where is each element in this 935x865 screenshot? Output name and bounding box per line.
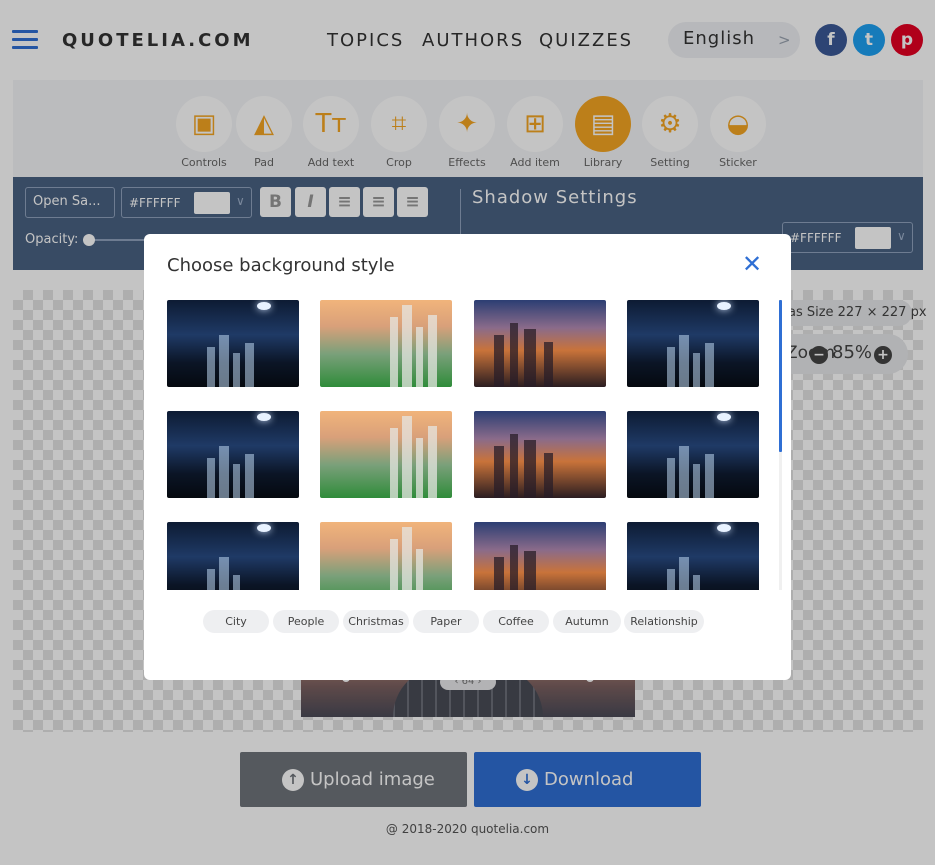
- background-thumbnail[interactable]: [474, 300, 606, 387]
- background-thumbnail-grid: [167, 300, 767, 590]
- background-thumbnail[interactable]: [167, 411, 299, 498]
- background-thumbnail[interactable]: [627, 522, 759, 590]
- background-thumbnail[interactable]: [627, 411, 759, 498]
- category-chip-city[interactable]: City: [203, 610, 269, 633]
- category-chip-people[interactable]: People: [273, 610, 339, 633]
- close-icon[interactable]: ✕: [742, 250, 762, 278]
- category-chip-christmas[interactable]: Christmas: [343, 610, 409, 633]
- category-chip-paper[interactable]: Paper: [413, 610, 479, 633]
- category-chip-relationship[interactable]: Relationship: [624, 610, 704, 633]
- background-thumbnail[interactable]: [320, 522, 452, 590]
- category-chip-autumn[interactable]: Autumn: [553, 610, 621, 633]
- background-thumbnail[interactable]: [320, 300, 452, 387]
- background-thumbnail[interactable]: [320, 411, 452, 498]
- background-thumbnail[interactable]: [167, 522, 299, 590]
- modal-title: Choose background style: [167, 255, 395, 276]
- category-chip-coffee[interactable]: Coffee: [483, 610, 549, 633]
- thumbnail-scrollbar-thumb[interactable]: [779, 300, 782, 452]
- background-thumbnail[interactable]: [167, 300, 299, 387]
- background-thumbnail[interactable]: [474, 411, 606, 498]
- background-thumbnail[interactable]: [474, 522, 606, 590]
- background-style-modal: Choose background style ✕ City People Ch…: [144, 234, 791, 680]
- background-thumbnail[interactable]: [627, 300, 759, 387]
